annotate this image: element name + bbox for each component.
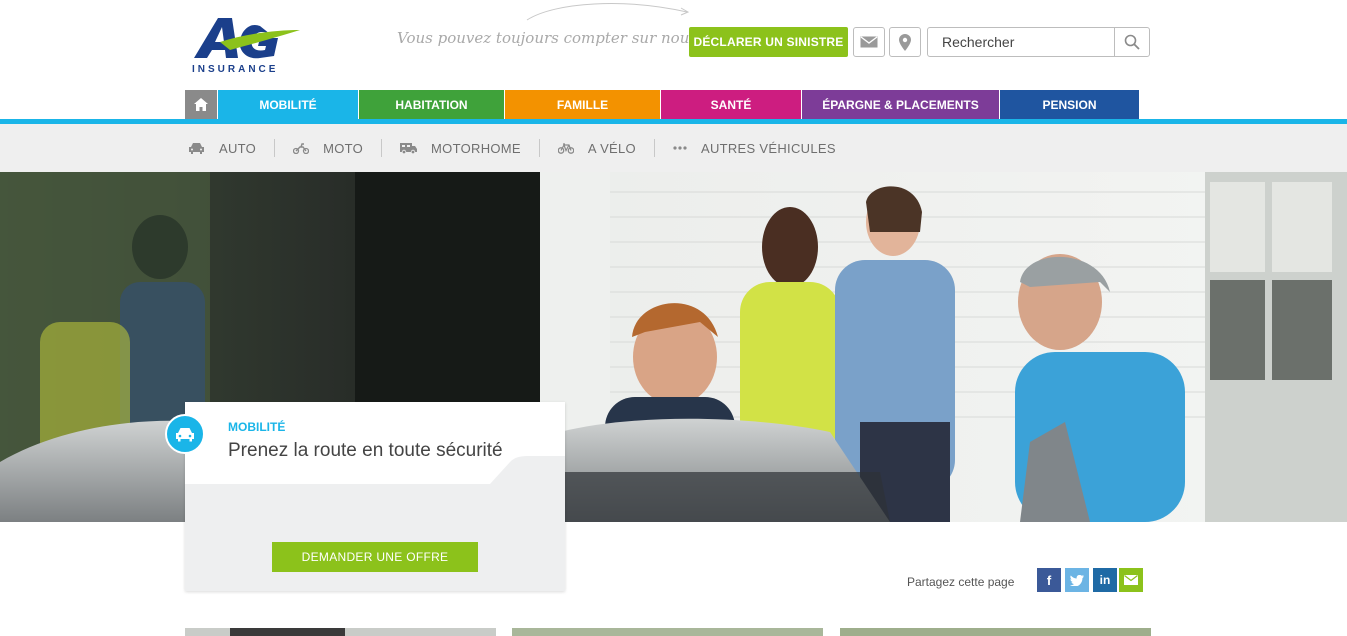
- logo-subtitle: INSURANCE: [192, 64, 279, 75]
- search-button[interactable]: [1114, 28, 1149, 56]
- car-icon: [188, 142, 205, 154]
- card-footer: [185, 456, 565, 591]
- subnav-label: MOTO: [323, 140, 364, 156]
- map-pin-icon: [899, 33, 911, 51]
- motorbike-icon: [293, 142, 310, 154]
- envelope-icon: [1124, 575, 1138, 585]
- sub-navigation: AUTO MOTO MOTORHOME A VÉLO AUTRES VÉHICU…: [0, 124, 1347, 172]
- share-label: Partagez cette page: [907, 575, 1015, 589]
- declare-claim-button[interactable]: DÉCLARER UN SINISTRE: [689, 27, 848, 57]
- facebook-icon: f: [1046, 572, 1052, 588]
- subnav-label: AUTO: [219, 140, 257, 156]
- linkedin-icon: in: [1099, 573, 1111, 587]
- share-email-button[interactable]: [1119, 568, 1143, 592]
- mobility-badge: [165, 414, 205, 454]
- store-locator-button[interactable]: [889, 27, 921, 57]
- tab-famille[interactable]: FAMILLE: [505, 90, 660, 119]
- bicycle-icon: [557, 142, 574, 154]
- search-icon: [1124, 34, 1140, 50]
- promo-card: MOBILITÉ Prenez la route en toute sécuri…: [185, 402, 565, 591]
- car-icon: [176, 427, 194, 441]
- motorhome-icon: [400, 142, 418, 154]
- main-navigation: MOBILITÉ HABITATION FAMILLE SANTÉ ÉPARGN…: [185, 90, 1139, 119]
- subnav-label: MOTORHOME: [431, 140, 521, 156]
- subnav-label: A VÉLO: [587, 140, 636, 156]
- teaser-thumbnail[interactable]: [840, 628, 1151, 636]
- tab-pension[interactable]: PENSION: [1000, 90, 1139, 119]
- subnav-label: AUTRES VÉHICULES: [700, 140, 836, 156]
- envelope-icon: [860, 36, 878, 48]
- ag-insurance-logo[interactable]: INSURANCE: [190, 12, 302, 75]
- card-title: Prenez la route en toute sécurité: [228, 440, 503, 461]
- request-offer-button[interactable]: DEMANDER UNE OFFRE: [272, 542, 478, 572]
- home-icon: [194, 98, 208, 111]
- divider: [381, 139, 383, 157]
- teaser-thumbnail[interactable]: [185, 628, 496, 636]
- home-button[interactable]: [185, 90, 217, 119]
- tab-sante[interactable]: SANTÉ: [661, 90, 801, 119]
- tab-mobilite[interactable]: MOBILITÉ: [218, 90, 358, 119]
- subnav-item-moto[interactable]: MOTO: [293, 124, 363, 172]
- tab-epargne-placements[interactable]: ÉPARGNE & PLACEMENTS: [802, 90, 999, 119]
- page: INSURANCE Vous pouvez toujours compter s…: [0, 0, 1347, 636]
- search-box: [927, 27, 1150, 57]
- divider: [274, 139, 276, 157]
- search-input[interactable]: [928, 28, 1115, 56]
- subnav-item-autres-vehicules[interactable]: AUTRES VÉHICULES: [673, 124, 836, 172]
- share-facebook-button[interactable]: f: [1037, 568, 1061, 592]
- card-category: MOBILITÉ: [228, 420, 286, 434]
- share-twitter-button[interactable]: [1065, 568, 1089, 592]
- tagline-arrow-icon: [526, 3, 690, 21]
- divider: [653, 139, 655, 157]
- more-dots-icon: [673, 146, 687, 150]
- logo-mark-icon: [194, 18, 300, 59]
- twitter-icon: [1070, 574, 1084, 586]
- divider: [538, 139, 540, 157]
- tagline: Vous pouvez toujours compter sur nous: [397, 29, 698, 47]
- subnav-item-motorhome[interactable]: MOTORHOME: [400, 124, 521, 172]
- share-linkedin-button[interactable]: in: [1093, 568, 1117, 592]
- subnav-item-velo[interactable]: A VÉLO: [557, 124, 636, 172]
- teaser-thumbnail[interactable]: [512, 628, 823, 636]
- tab-habitation[interactable]: HABITATION: [359, 90, 504, 119]
- contact-email-button[interactable]: [853, 27, 885, 57]
- subnav-item-auto[interactable]: AUTO: [188, 124, 256, 172]
